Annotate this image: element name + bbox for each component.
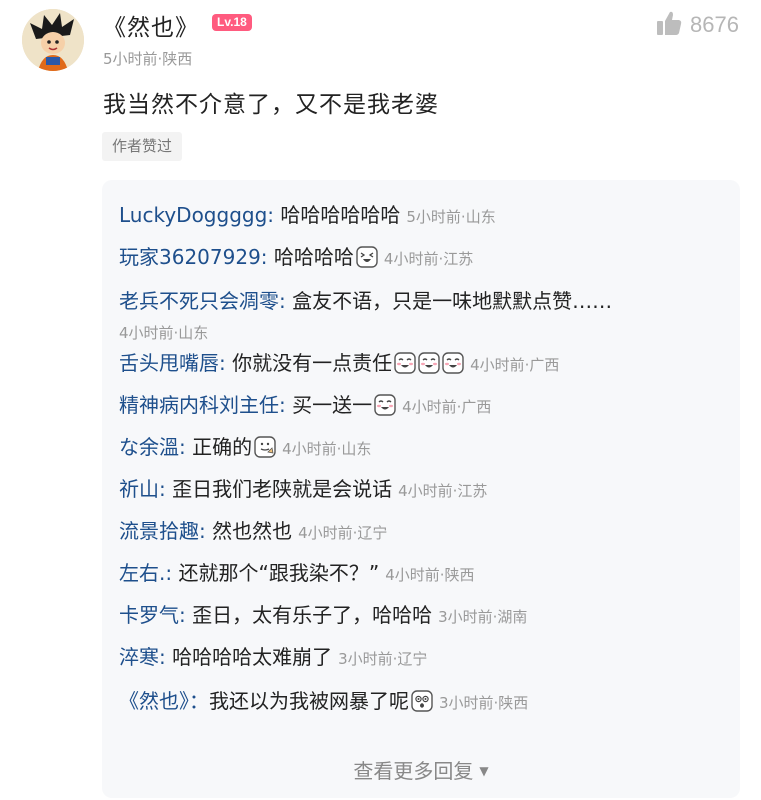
view-more-replies-button[interactable]: 查看更多回复 ▼ [102, 755, 740, 784]
reply-text: 我还以为我被网暴了呢 [209, 689, 409, 713]
reply-username[interactable]: 舌头甩嘴唇 [119, 351, 219, 375]
comment-content: 我当然不介意了，又不是我老婆 [103, 92, 439, 118]
reply-separator: : [159, 477, 173, 501]
reply-text: 歪日我们老陕就是会说话 [172, 477, 393, 501]
reply-username[interactable]: 左右. [119, 561, 165, 585]
grin-emoji-icon [442, 346, 464, 374]
reply-username[interactable]: な余溫 [119, 435, 179, 459]
reply-separator: : [179, 603, 193, 627]
reply-text: 然也然也 [212, 519, 293, 543]
reply-username[interactable]: 精神病内科刘主任 [119, 393, 279, 417]
reply-separator: : [179, 435, 193, 459]
reply-separator: : [279, 393, 293, 417]
reply-separator: : [219, 351, 233, 375]
reply-username[interactable]: 卡罗气 [119, 603, 179, 627]
like-count: 8676 [690, 12, 739, 37]
reply-item[interactable]: 祈山: 歪日我们老陕就是会说话 4小时前·江苏 [119, 468, 719, 512]
reply-item[interactable]: 淬寒: 哈哈哈哈太难崩了 3小时前·辽宁 [119, 636, 719, 680]
reply-time: 5小时前·山东 [406, 208, 496, 226]
reply-item[interactable]: 老兵不死只会凋零: 盒友不语，只是一味地默默点赞…… 4小时前·山东 [119, 286, 719, 348]
reply-time: 3小时前·湖南 [438, 608, 528, 626]
reply-time: 3小时前·辽宁 [338, 650, 428, 668]
reply-time: 4小时前·陕西 [385, 566, 475, 584]
view-more-label: 查看更多回复 [353, 759, 474, 783]
thumb-emoji-icon [254, 430, 276, 458]
thumbs-up-icon [656, 10, 682, 40]
reply-time: 4小时前·山东 [282, 440, 372, 458]
laugh-emoji-icon [356, 240, 378, 268]
reply-item[interactable]: 舌头甩嘴唇: 你就没有一点责任 4小时前·广西 [119, 342, 719, 386]
reply-username[interactable]: 淬寒 [119, 645, 159, 669]
reply-separator: : [260, 245, 274, 269]
avatar[interactable] [22, 9, 84, 71]
reply-item[interactable]: 流景拾趣: 然也然也 4小时前·辽宁 [119, 510, 719, 554]
reply-text: 哈哈哈哈太难崩了 [172, 645, 333, 669]
reply-separator: ： [189, 689, 209, 713]
reply-time: 4小时前·江苏 [398, 482, 488, 500]
reply-username[interactable]: 玩家36207929 [119, 245, 261, 269]
reply-item[interactable]: LuckyDoggggg: 哈哈哈哈哈哈 5小时前·山东 [119, 194, 719, 238]
reply-time: 4小时前·辽宁 [298, 524, 388, 542]
reply-item[interactable]: 玩家36207929: 哈哈哈哈 4小时前·江苏 [119, 236, 719, 280]
reply-item[interactable]: 《然也》：我还以为我被网暴了呢 3小时前·陕西 [119, 680, 719, 724]
post-meta: 5小时前·陕西 [103, 50, 193, 68]
reply-item[interactable]: 精神病内科刘主任: 买一送一 4小时前·广西 [119, 384, 719, 428]
author-name[interactable]: 《然也》 [103, 8, 199, 42]
grin-emoji-icon [418, 346, 440, 374]
reply-text: 正确的 [192, 435, 253, 459]
reply-text: 买一送一 [292, 393, 373, 417]
like-button[interactable]: 8676 [656, 10, 739, 40]
reply-text: 你就没有一点责任 [232, 351, 393, 375]
level-badge: Lv.18 [212, 14, 252, 31]
reply-time: 4小时前·江苏 [383, 250, 474, 268]
reply-text: 哈哈哈哈 [273, 245, 354, 269]
reply-time: 4小时前·山东 [119, 324, 209, 342]
reply-username[interactable]: 《然也》 [119, 689, 189, 713]
reply-item[interactable]: 卡罗气: 歪日，太有乐子了，哈哈哈 3小时前·湖南 [119, 594, 719, 638]
reply-item[interactable]: 左右.: 还就那个“跟我染不？” 4小时前·陕西 [119, 552, 719, 596]
reply-time: 4小时前·广西 [402, 398, 492, 416]
reply-list: LuckyDoggggg: 哈哈哈哈哈哈 5小时前·山东玩家36207929: 哈… [102, 180, 740, 798]
reply-username[interactable]: LuckyDoggggg [119, 203, 267, 227]
author-liked-tag: 作者赞过 [102, 132, 183, 161]
reply-time: 3小时前·陕西 [439, 694, 529, 712]
reply-username[interactable]: 祈山 [119, 477, 159, 501]
reply-text: 哈哈哈哈哈哈 [280, 203, 401, 227]
reply-item[interactable]: な余溫: 正确的 4小时前·山东 [119, 426, 719, 470]
reply-separator: : [165, 561, 179, 585]
reply-time: 4小时前·广西 [470, 356, 560, 374]
reply-text: 歪日，太有乐子了，哈哈哈 [192, 603, 433, 627]
reply-username[interactable]: 老兵不死只会凋零 [119, 289, 279, 313]
grin-emoji-icon [374, 388, 396, 416]
reply-separator: : [199, 519, 213, 543]
shocked-emoji-icon [411, 684, 433, 712]
reply-text: 还就那个“跟我染不？” [178, 561, 380, 585]
reply-text: 盒友不语，只是一味地默默点赞…… [292, 289, 613, 313]
grin-emoji-icon [394, 346, 416, 374]
reply-separator: : [279, 289, 293, 313]
reply-username[interactable]: 流景拾趣 [119, 519, 199, 543]
chevron-down-icon: ▼ [479, 764, 489, 778]
reply-separator: : [159, 645, 173, 669]
reply-separator: : [267, 203, 281, 227]
